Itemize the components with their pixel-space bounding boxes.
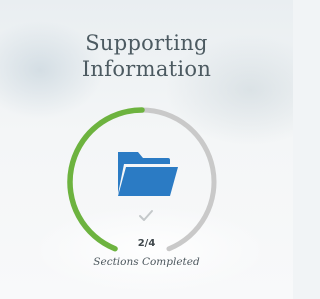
- checkmark-icon: [136, 208, 156, 224]
- folder-icon[interactable]: [114, 150, 182, 202]
- section-title[interactable]: Supporting Information: [0, 30, 293, 82]
- folder-front: [118, 167, 178, 196]
- sections-completed-label: Sections Completed: [93, 256, 200, 268]
- sections-count: 2/4: [137, 238, 156, 249]
- section-title-line-2: Information: [81, 57, 212, 81]
- section-title-line-1: Supporting: [85, 31, 208, 55]
